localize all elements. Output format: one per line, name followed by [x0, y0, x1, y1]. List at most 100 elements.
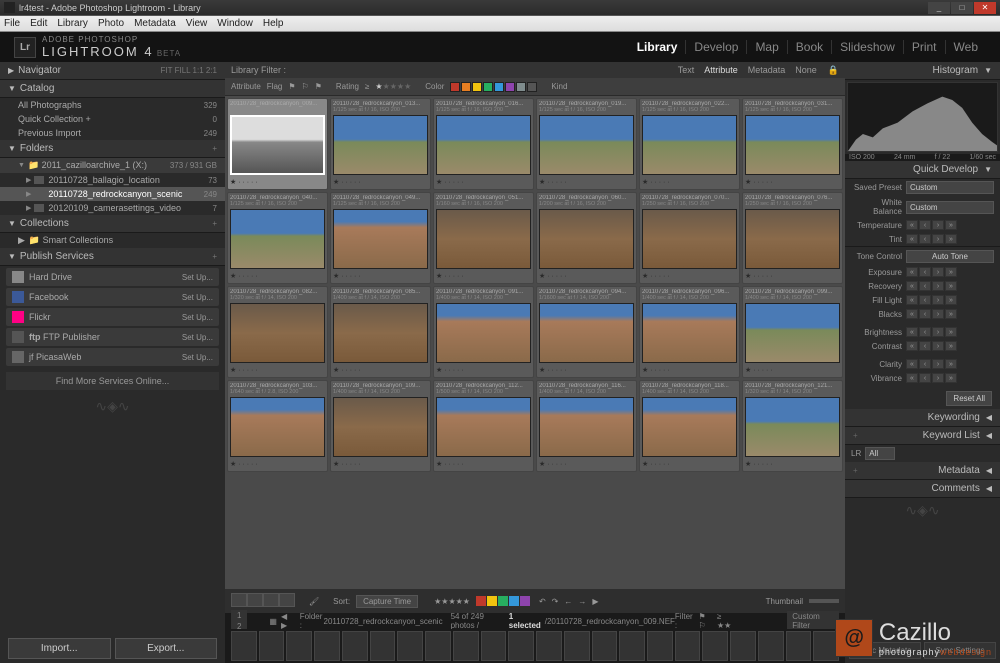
flag-reject-icon[interactable]: ⚑ — [315, 82, 322, 91]
filmstrip-thumb[interactable] — [425, 631, 451, 661]
flag-pick-icon[interactable]: ⚑ — [288, 82, 295, 91]
publish-service[interactable]: jf PicasaWebSet Up... — [6, 348, 219, 366]
publish-service[interactable]: Hard DriveSet Up... — [6, 268, 219, 286]
panel-keyword-list[interactable]: +Keyword List◀ — [845, 427, 1000, 445]
thumbnail-cell[interactable]: 20110728_redrockcanyon_116...1/400 sec a… — [536, 380, 637, 472]
lock-icon[interactable]: 🔒 — [828, 65, 839, 76]
menu-library[interactable]: Library — [57, 18, 88, 29]
panel-metadata[interactable]: +Metadata◀ — [845, 462, 1000, 480]
filter-tab-attribute[interactable]: Attribute — [699, 65, 743, 75]
histogram-header[interactable]: Histogram▼ — [845, 62, 1000, 80]
color-swatch[interactable] — [472, 82, 482, 92]
publish-service[interactable]: FlickrSet Up... — [6, 308, 219, 326]
thumbnail-cell[interactable]: 20110728_redrockcanyon_060...1/200 sec a… — [536, 192, 637, 284]
filter-flag-icons[interactable]: ⚑ ⚐ — [698, 612, 713, 630]
filmstrip-thumb[interactable] — [231, 631, 257, 661]
filmstrip-thumb[interactable] — [453, 631, 479, 661]
filmstrip-thumb[interactable] — [481, 631, 507, 661]
publish-header[interactable]: ▼Publish Services + — [0, 248, 225, 266]
folder-item[interactable]: ▶20120109_camerasettings_video7 — [0, 201, 225, 215]
filmstrip-thumb[interactable] — [619, 631, 645, 661]
filmstrip-thumb[interactable] — [536, 631, 562, 661]
filmstrip-thumb[interactable] — [342, 631, 368, 661]
thumbnail-cell[interactable]: 20110728_redrockcanyon_112...1/500 sec a… — [433, 380, 534, 472]
filter-tab-text[interactable]: Text — [673, 65, 700, 75]
auto-tone-button[interactable]: Auto Tone — [906, 250, 994, 263]
find-more-link[interactable]: Find More Services Online... — [6, 372, 219, 390]
module-develop[interactable]: Develop — [686, 40, 747, 54]
thumbnail-cell[interactable]: 20110728_redrockcanyon_103...1/640 sec a… — [227, 380, 328, 472]
nav-arrows[interactable]: ↶↷←→▶ — [536, 597, 602, 606]
thumbnail-cell[interactable]: 20110728_redrockcanyon_013...1/125 sec a… — [330, 98, 431, 190]
filmstrip-thumb[interactable] — [786, 631, 812, 661]
module-web[interactable]: Web — [946, 40, 986, 54]
close-button[interactable]: ✕ — [974, 2, 996, 14]
menu-metadata[interactable]: Metadata — [134, 18, 176, 29]
flag-unflag-icon[interactable]: ⚐ — [302, 82, 309, 91]
thumbnail-cell[interactable]: 20110728_redrockcanyon_040...1/125 sec a… — [227, 192, 328, 284]
thumbnail-cell[interactable]: 20110728_redrockcanyon_082...1/320 sec a… — [227, 286, 328, 378]
color-swatch[interactable] — [461, 82, 471, 92]
maximize-button[interactable]: □ — [951, 2, 973, 14]
thumbnail-cell[interactable]: 20110728_redrockcanyon_099...1/400 sec a… — [742, 286, 843, 378]
filmstrip-thumb[interactable] — [397, 631, 423, 661]
thumbnail-cell[interactable]: 20110728_redrockcanyon_070...1/250 sec a… — [639, 192, 740, 284]
grid-icon[interactable]: ▦ — [269, 617, 277, 626]
filmstrip-thumb[interactable] — [647, 631, 673, 661]
thumbnail-cell[interactable]: 20110728_redrockcanyon_118...1/400 sec a… — [639, 380, 740, 472]
navigator-header[interactable]: ▶Navigator FIT FILL 1:1 2:1 — [0, 62, 225, 80]
catalog-item[interactable]: Quick Collection +0 — [0, 112, 225, 126]
module-library[interactable]: Library — [629, 40, 687, 54]
thumbnail-cell[interactable]: 20110728_redrockcanyon_076...1/250 sec a… — [742, 192, 843, 284]
filmstrip-thumb[interactable] — [564, 631, 590, 661]
sort-select[interactable]: Capture Time — [356, 595, 418, 608]
filmstrip-thumb[interactable] — [508, 631, 534, 661]
thumbnail-cell[interactable]: 20110728_redrockcanyon_109...1/400 sec a… — [330, 380, 431, 472]
thumb-slider[interactable] — [809, 599, 839, 603]
color-swatch[interactable] — [483, 82, 493, 92]
menu-edit[interactable]: Edit — [30, 18, 47, 29]
panel-comments[interactable]: Comments◀ — [845, 480, 1000, 498]
module-book[interactable]: Book — [788, 40, 832, 54]
color-swatch[interactable] — [505, 82, 515, 92]
thumbnail-cell[interactable]: 20110728_redrockcanyon_019...1/125 sec a… — [536, 98, 637, 190]
export-button[interactable]: Export... — [115, 638, 218, 659]
thumbnail-cell[interactable]: 20110728_redrockcanyon_022...1/125 sec a… — [639, 98, 740, 190]
filmstrip-thumb[interactable] — [702, 631, 728, 661]
publish-service[interactable]: FacebookSet Up... — [6, 288, 219, 306]
color-swatch[interactable] — [450, 82, 460, 92]
filmstrip-thumb[interactable] — [314, 631, 340, 661]
filmstrip-thumb[interactable] — [370, 631, 396, 661]
module-map[interactable]: Map — [747, 40, 787, 54]
collection-item[interactable]: ▶📁 Smart Collections — [0, 233, 225, 248]
filmstrip-thumb[interactable] — [675, 631, 701, 661]
menu-window[interactable]: Window — [217, 18, 253, 29]
monitor-1[interactable]: 1 — [231, 610, 247, 621]
menu-file[interactable]: File — [4, 18, 20, 29]
catalog-header[interactable]: ▼Catalog — [0, 80, 225, 98]
color-swatch[interactable] — [476, 596, 486, 606]
thumbnail-cell[interactable]: 20110728_redrockcanyon_094...1/1600 sec … — [536, 286, 637, 378]
publish-service[interactable]: ftp FTP PublisherSet Up... — [6, 328, 219, 346]
color-swatch[interactable] — [498, 596, 508, 606]
filmstrip-thumb[interactable] — [592, 631, 618, 661]
quick-develop-header[interactable]: Quick Develop▼ — [845, 161, 1000, 179]
menu-view[interactable]: View — [186, 18, 208, 29]
thumbnail-cell[interactable]: 20110728_redrockcanyon_009...1/60 sec at… — [227, 98, 328, 190]
filmstrip[interactable] — [225, 629, 845, 663]
minimize-button[interactable]: _ — [928, 2, 950, 14]
color-swatch[interactable] — [509, 596, 519, 606]
filmstrip-thumb[interactable] — [730, 631, 756, 661]
collections-header[interactable]: ▼Collections + — [0, 215, 225, 233]
filmstrip-thumb[interactable] — [758, 631, 784, 661]
folder-item[interactable]: ▶20110728_redrockcanyon_scenic249 — [0, 187, 225, 201]
panel-keywording[interactable]: Keywording◀ — [845, 409, 1000, 427]
module-print[interactable]: Print — [904, 40, 946, 54]
reset-all-button[interactable]: Reset All — [946, 391, 992, 406]
folder-item[interactable]: ▶20110728_ballagio_location73 — [0, 173, 225, 187]
filter-tab-metadata[interactable]: Metadata — [743, 65, 791, 75]
preset-select[interactable]: Custom — [906, 181, 994, 194]
thumbnail-cell[interactable]: 20110728_redrockcanyon_085...1/400 sec a… — [330, 286, 431, 378]
color-swatch[interactable] — [494, 82, 504, 92]
color-swatch[interactable] — [487, 596, 497, 606]
